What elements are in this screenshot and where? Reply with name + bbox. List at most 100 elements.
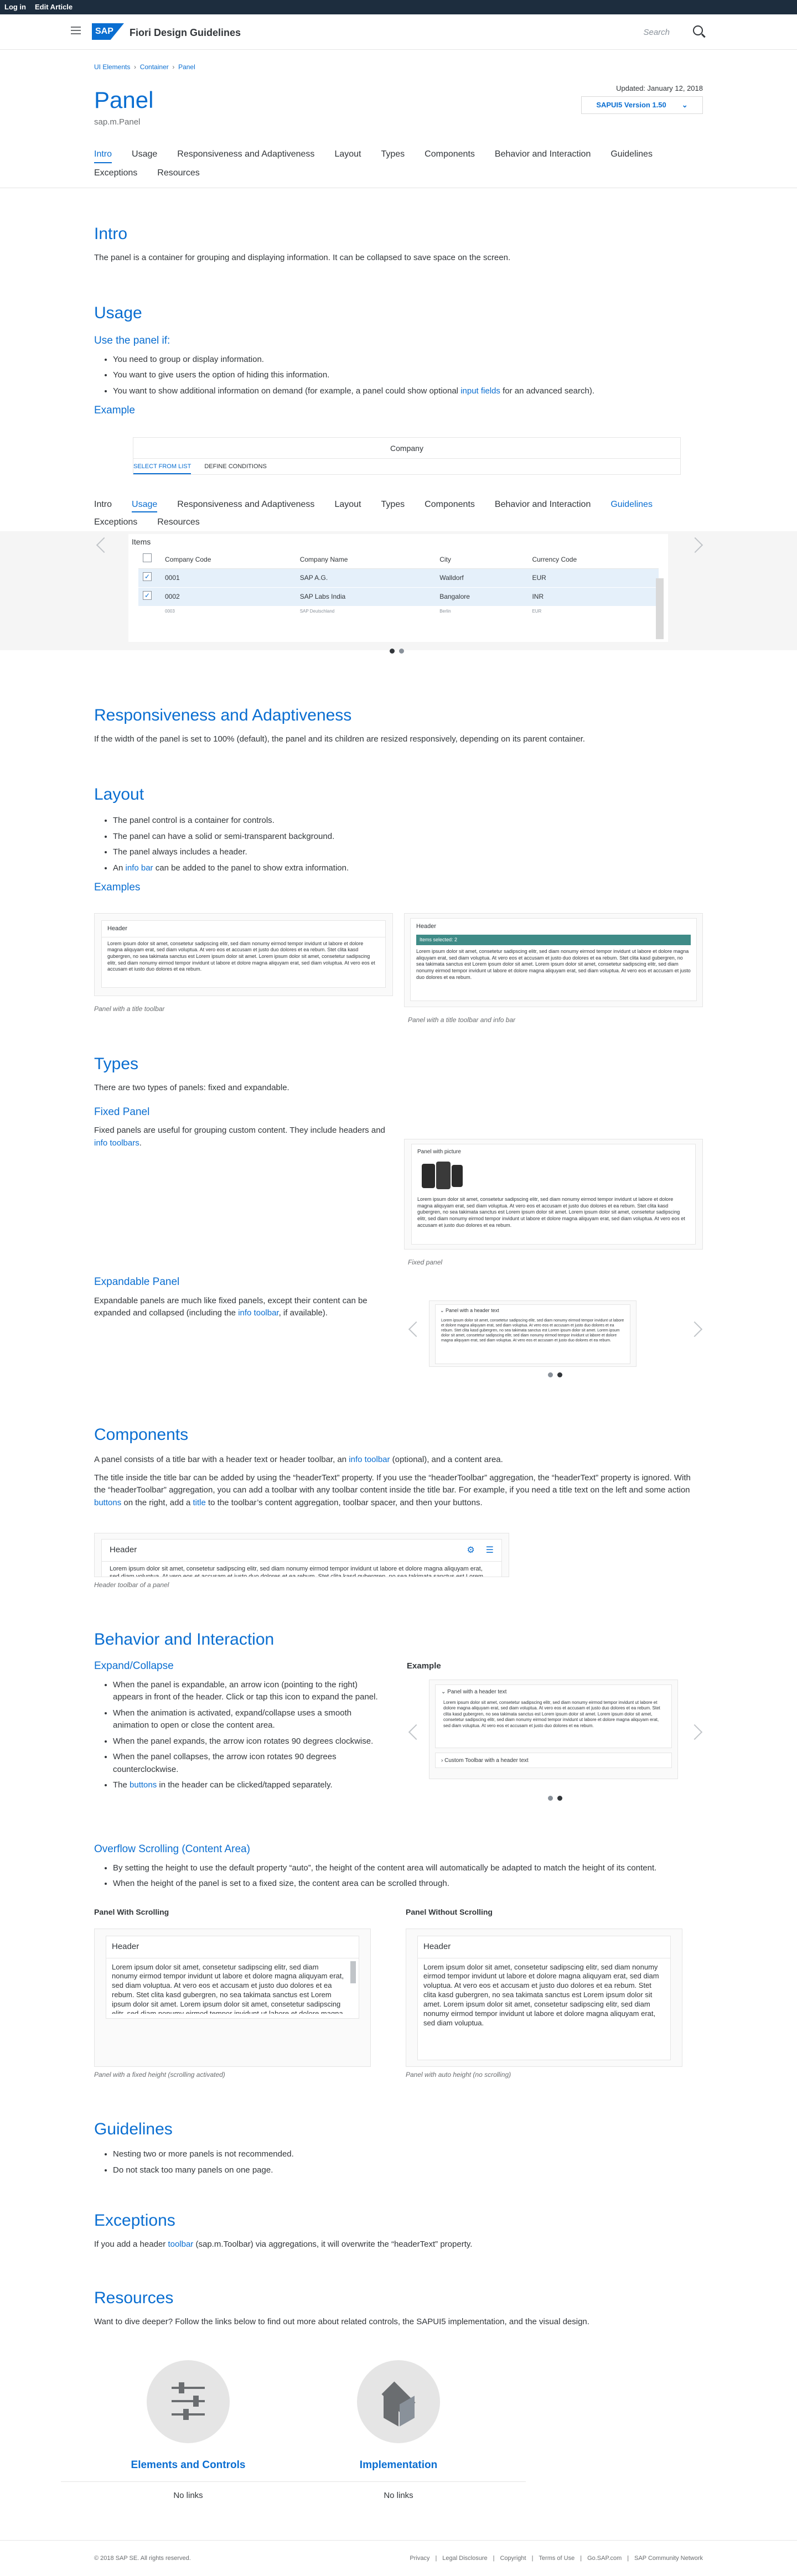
carousel-dots xyxy=(390,649,404,654)
title-link[interactable]: title xyxy=(193,1498,205,1507)
carousel-dot[interactable] xyxy=(399,649,404,654)
tab-behavior[interactable]: Behavior and Interaction xyxy=(495,498,591,512)
tab-layout[interactable]: Layout xyxy=(334,148,361,163)
components-heading: Components xyxy=(94,1426,189,1444)
carousel-next-arrow[interactable] xyxy=(686,1321,703,1338)
table-cell: INR xyxy=(527,587,659,607)
without-scroll-caption: Panel with auto height (no scrolling) xyxy=(406,2071,511,2079)
tab-behavior[interactable]: Behavior and Interaction xyxy=(495,148,591,163)
behavior-demo: ⌄ Panel with a header text Lorem ipsum d… xyxy=(429,1680,678,1779)
version-select[interactable]: SAPUI5 Version 1.50 ⌄ xyxy=(581,96,703,114)
tab-exceptions[interactable]: Exceptions xyxy=(94,167,137,180)
panel-scrollbar[interactable] xyxy=(350,1961,356,1983)
search-input[interactable]: Search xyxy=(643,27,670,39)
carousel-dot[interactable] xyxy=(548,1372,553,1377)
tab-types[interactable]: Types xyxy=(381,498,405,512)
breadcrumb-item[interactable]: Panel xyxy=(178,63,195,71)
sap-logo[interactable]: SAP xyxy=(92,23,124,40)
site-title[interactable]: Fiori Design Guidelines xyxy=(130,25,241,40)
settings-icon[interactable]: ⚙ xyxy=(467,1544,474,1557)
table-row[interactable]: 0003 SAP Deutschland Berlin EUR xyxy=(138,606,659,618)
carousel-next-arrow[interactable] xyxy=(686,1724,703,1740)
resource-card-implementation[interactable]: Implementation No links xyxy=(271,2360,526,2502)
search-icon[interactable] xyxy=(693,25,703,35)
info-toolbar-link[interactable]: info toolbar xyxy=(238,1308,278,1318)
cube-icon xyxy=(357,2360,440,2443)
list-item-text: The xyxy=(113,1780,130,1790)
row-select-cell xyxy=(138,606,161,618)
tab-exceptions[interactable]: Exceptions xyxy=(94,516,137,529)
row-checkbox[interactable] xyxy=(143,590,152,600)
carousel-prev-arrow[interactable] xyxy=(408,1321,425,1338)
footer-separator: | xyxy=(580,2555,582,2562)
info-toolbars-link[interactable]: info toolbars xyxy=(94,1138,139,1148)
intro-text: The panel is a container for grouping an… xyxy=(94,253,511,262)
footer-separator: | xyxy=(531,2555,534,2562)
footer-link-copyright[interactable]: Copyright xyxy=(500,2554,526,2563)
buttons-link[interactable]: buttons xyxy=(130,1780,157,1790)
tab-intro[interactable]: Intro xyxy=(94,148,112,163)
footer-link-community[interactable]: SAP Community Network xyxy=(634,2554,703,2563)
footer-link-terms[interactable]: Terms of Use xyxy=(539,2554,575,2563)
chevron-down-icon[interactable]: ⌄ xyxy=(441,1689,447,1695)
login-link[interactable]: Log in xyxy=(4,2,26,13)
exc-text-end: (sap.m.Toolbar) via aggregations, it wil… xyxy=(193,2240,473,2249)
table-row[interactable]: 0002 SAP Labs India Bangalore INR xyxy=(138,587,659,607)
tab-responsiveness[interactable]: Responsiveness and Adaptiveness xyxy=(177,148,314,163)
tab-types[interactable]: Types xyxy=(381,148,405,163)
carousel-prev-arrow[interactable] xyxy=(408,1724,425,1740)
footer-link-legal[interactable]: Legal Disclosure xyxy=(442,2554,487,2563)
collapsed-panel[interactable]: › Custom Toolbar with a header text xyxy=(435,1753,672,1768)
tab-usage[interactable]: Usage xyxy=(132,498,158,512)
tab-select-from-list[interactable]: SELECT FROM LIST xyxy=(133,459,192,475)
table-scrollbar[interactable] xyxy=(656,578,664,639)
table-cell: SAP Labs India xyxy=(295,587,436,607)
resource-card-nolinks: No links xyxy=(384,2490,413,2500)
table-row[interactable]: 0001 SAP A.G. Walldorf EUR xyxy=(138,568,659,588)
list-icon[interactable]: ☰ xyxy=(486,1544,494,1557)
chevron-down-icon[interactable]: ⌄ xyxy=(440,1308,446,1313)
page-subtitle: sap.m.Panel xyxy=(94,117,141,127)
breadcrumb-item[interactable]: UI Elements xyxy=(94,63,130,71)
scroll-panel-demo: Header Lorem ipsum dolor sit amet, conse… xyxy=(94,1929,371,2067)
carousel-dot[interactable] xyxy=(548,1796,553,1801)
buttons-link[interactable]: buttons xyxy=(94,1498,121,1507)
tab-intro[interactable]: Intro xyxy=(94,498,112,512)
tab-define-conditions[interactable]: DEFINE CONDITIONS xyxy=(204,462,266,471)
page-header: UI Elements › Container › Panel Updated:… xyxy=(0,62,797,180)
carousel-dot[interactable] xyxy=(557,1796,562,1801)
edit-article-link[interactable]: Edit Article xyxy=(35,2,73,13)
guidelines-section: Guidelines Nesting two or more panels is… xyxy=(94,2119,703,2180)
tab-components[interactable]: Components xyxy=(425,148,475,163)
tab-guidelines[interactable]: Guidelines xyxy=(610,148,653,163)
tab-guidelines[interactable]: Guidelines xyxy=(610,498,653,512)
carousel-dot[interactable] xyxy=(390,649,395,654)
tab-resources[interactable]: Resources xyxy=(157,167,199,180)
tab-layout[interactable]: Layout xyxy=(334,498,361,512)
tab-resources[interactable]: Resources xyxy=(157,516,199,529)
footer-link-gosap[interactable]: Go.SAP.com xyxy=(587,2554,622,2563)
panel-content: Lorem ipsum dolor sit amet, consetetur s… xyxy=(110,1566,484,1577)
components-section: Components A panel consists of a title b… xyxy=(94,1425,703,1509)
resource-card-title[interactable]: Implementation xyxy=(271,2458,526,2474)
panel-header: ⌄ Panel with a header text xyxy=(436,1305,630,1317)
layout-examples-label: Examples xyxy=(94,882,141,893)
tab-responsiveness[interactable]: Responsiveness and Adaptiveness xyxy=(177,498,314,512)
carousel-dot[interactable] xyxy=(557,1372,562,1377)
row-checkbox[interactable] xyxy=(143,572,152,582)
layout-example-2: Header Items selected: 2 Lorem ipsum dol… xyxy=(404,913,703,1007)
types-heading: Types xyxy=(94,1055,139,1073)
tab-usage[interactable]: Usage xyxy=(132,148,157,163)
comp-text-end: (optional), and a content area. xyxy=(390,1455,503,1464)
example-panel: ⌄ Panel with a header text Lorem ipsum d… xyxy=(435,1684,672,1748)
breadcrumb-item[interactable]: Container xyxy=(140,63,169,71)
footer-link-privacy[interactable]: Privacy xyxy=(410,2554,429,2563)
select-all-checkbox[interactable] xyxy=(143,553,152,563)
info-toolbar-link[interactable]: info toolbar xyxy=(349,1455,390,1464)
info-bar-link[interactable]: info bar xyxy=(126,863,153,873)
company-dialog-title: Company xyxy=(133,437,681,458)
menu-icon[interactable] xyxy=(71,27,81,34)
toolbar-link[interactable]: toolbar xyxy=(168,2240,193,2249)
tab-components[interactable]: Components xyxy=(425,498,475,512)
input-fields-link[interactable]: input fields xyxy=(460,386,500,396)
